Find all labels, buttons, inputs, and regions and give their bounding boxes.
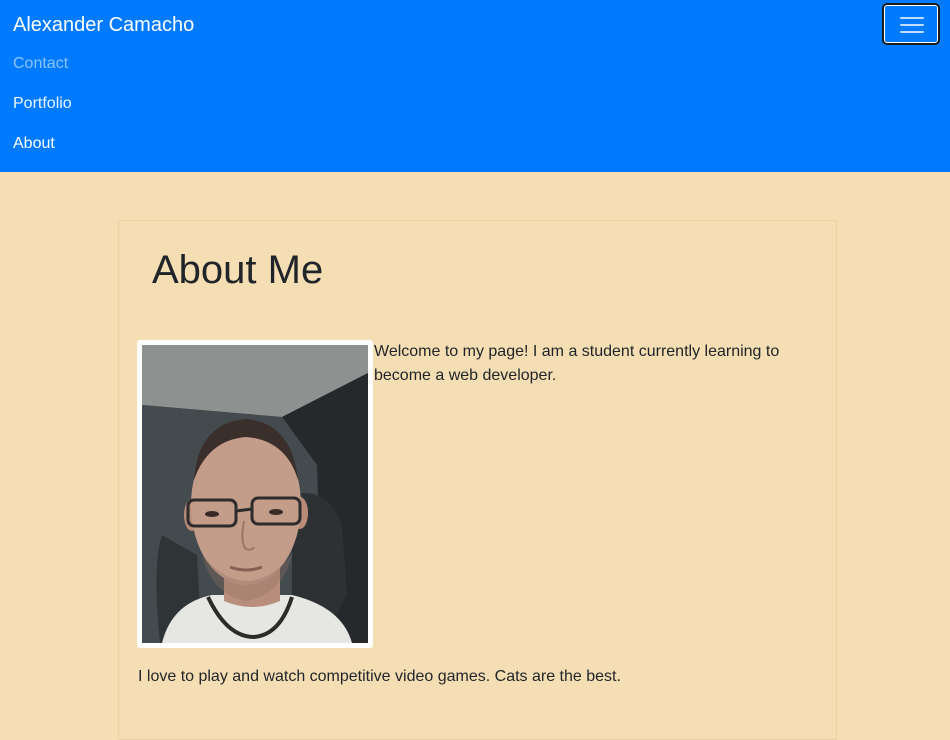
nav-link-portfolio[interactable]: Portfolio [13,94,72,114]
hamburger-menu-icon [900,17,924,33]
nav-link-about[interactable]: About [13,134,55,154]
navbar: Alexander Camacho Contact Portfolio Abou… [0,0,950,172]
page-title: About Me [152,248,324,292]
nav-link-contact[interactable]: Contact [13,54,68,74]
navbar-toggler-button[interactable] [882,3,940,45]
intro-paragraph: Welcome to my page! I am a student curre… [374,343,780,384]
hobbies-paragraph: I love to play and watch competitive vid… [138,668,621,685]
profile-photo [142,345,368,643]
profile-photo-frame [137,340,373,648]
brand-link[interactable]: Alexander Camacho [13,12,194,38]
